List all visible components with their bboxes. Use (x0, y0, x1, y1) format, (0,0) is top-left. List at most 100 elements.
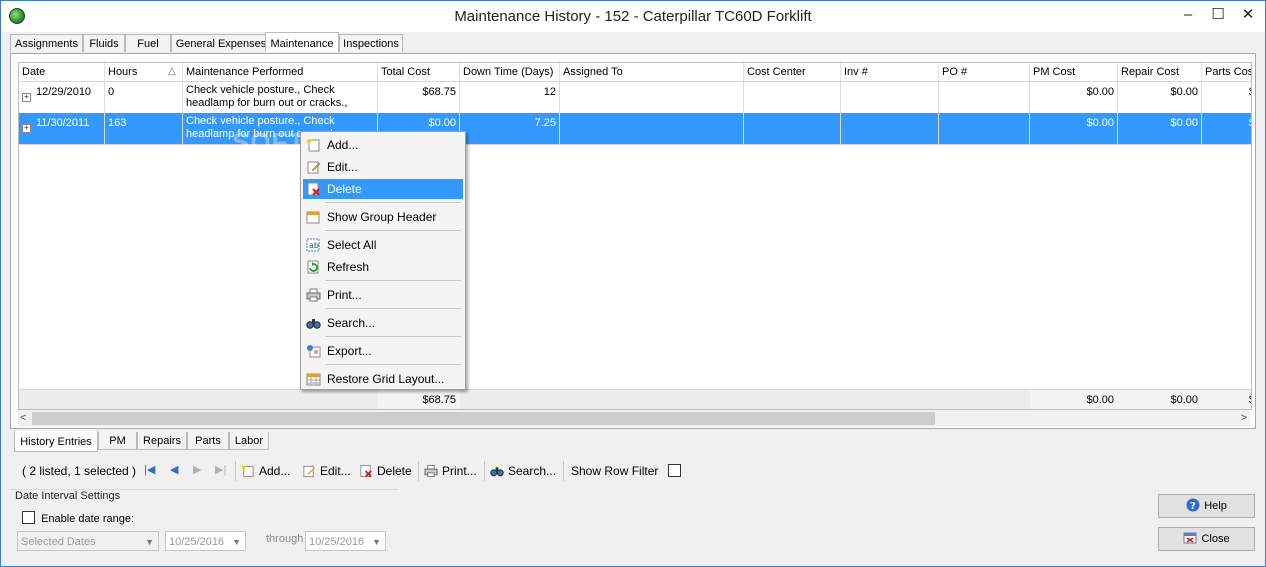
cell-repair-cost: $0.00 (1118, 113, 1202, 144)
delete-button[interactable]: Delete (359, 463, 412, 479)
last-record-icon[interactable]: ▶| (215, 463, 226, 476)
close-window-button[interactable]: ✕ (1235, 5, 1261, 25)
add-button-label: Add... (259, 464, 291, 478)
show-row-filter-label: Show Row Filter (571, 464, 659, 478)
table-row-selected[interactable]: + 11/30/2011 163 Check vehicle posture.,… (19, 113, 1251, 145)
col-cost-center[interactable]: Cost Center (744, 63, 841, 81)
menu-label: Delete (327, 182, 362, 196)
tab-parts[interactable]: Parts (187, 432, 229, 450)
menu-label: Edit... (327, 160, 358, 174)
menu-item-search[interactable]: Search... (303, 313, 463, 333)
tab-general-expenses[interactable]: General Expenses (171, 34, 271, 52)
col-assigned-to[interactable]: Assigned To (560, 63, 744, 81)
minimize-button[interactable]: – (1175, 5, 1201, 25)
scroll-right-icon[interactable]: > (1241, 410, 1247, 427)
search-button-label: Search... (508, 464, 557, 478)
add-icon (307, 139, 320, 152)
chevron-down-icon: ▼ (232, 537, 241, 547)
cell-assigned-to (560, 113, 744, 144)
col-inv[interactable]: Inv # (841, 63, 939, 81)
toolbar: ( 2 listed, 1 selected ) |◀ ◀ ▶ ▶| Add..… (10, 457, 1256, 485)
tab-maintenance[interactable]: Maintenance (265, 32, 339, 52)
menu-item-edit[interactable]: Edit... (303, 157, 463, 177)
maximize-button[interactable]: ☐ (1205, 5, 1231, 25)
help-icon: ? (1186, 498, 1200, 512)
title-bar[interactable]: Maintenance History - 152 - Caterpillar … (1, 1, 1265, 32)
cell-repair-cost: $0.00 (1118, 82, 1202, 113)
menu-item-refresh[interactable]: Refresh (303, 257, 463, 277)
cell-date: 11/30/2011 (33, 113, 105, 144)
expand-row-icon[interactable]: + (22, 124, 31, 133)
menu-item-select-all[interactable]: ab Select All (303, 235, 463, 255)
help-button[interactable]: ? Help (1158, 494, 1255, 518)
date-to-value: 10/25/2016 (309, 536, 365, 548)
menu-separator (325, 230, 461, 231)
scrollbar-thumb[interactable] (32, 412, 935, 425)
maintenance-grid[interactable]: Date Hours △ Maintenance Performed Total … (18, 62, 1252, 410)
col-po[interactable]: PO # (939, 63, 1030, 81)
tab-labor[interactable]: Labor (229, 432, 269, 450)
horizontal-scrollbar[interactable]: < > (18, 410, 1250, 427)
cell-hours: 163 (105, 113, 183, 144)
col-hours-label: Hours (108, 66, 138, 78)
edit-button-label: Edit... (320, 464, 351, 478)
date-mode-select[interactable]: Selected Dates ▼ (17, 531, 159, 551)
menu-label: Refresh (327, 260, 370, 274)
table-row[interactable]: + 12/29/2010 0 Check vehicle posture., C… (19, 82, 1251, 114)
sort-ascending-icon: △ (168, 66, 176, 77)
date-from-picker[interactable]: 10/25/2016 ▼ (165, 531, 246, 551)
menu-label: Search... (327, 316, 376, 330)
tab-inspections[interactable]: Inspections (339, 34, 403, 52)
add-icon (241, 465, 254, 478)
col-maintenance-performed[interactable]: Maintenance Performed (183, 63, 378, 81)
col-date[interactable]: Date (19, 63, 105, 81)
enable-date-range[interactable]: Enable date range: (22, 511, 134, 525)
add-button[interactable]: Add... (241, 463, 290, 479)
date-to-picker[interactable]: 10/25/2016 ▼ (305, 531, 386, 551)
col-parts-cost[interactable]: Parts Cos (1202, 63, 1251, 81)
expand-row-icon[interactable]: + (22, 93, 31, 102)
col-repair-cost[interactable]: Repair Cost (1118, 63, 1202, 81)
edit-button[interactable]: Edit... (302, 463, 351, 479)
toolbar-separator (418, 461, 419, 481)
menu-item-add[interactable]: Add... (303, 135, 463, 155)
menu-item-print[interactable]: Print... (303, 285, 463, 305)
col-total-cost[interactable]: Total Cost (378, 63, 460, 81)
tab-assignments[interactable]: Assignments (10, 34, 83, 52)
tab-repairs[interactable]: Repairs (137, 432, 187, 450)
print-button[interactable]: Print... (424, 463, 477, 479)
next-record-icon[interactable]: ▶ (193, 463, 201, 476)
col-down-time[interactable]: Down Time (Days) (460, 63, 560, 81)
tab-fuel[interactable]: Fuel (125, 34, 171, 52)
cell-pm-cost: $0.00 (1030, 82, 1118, 113)
menu-item-export[interactable]: Export... (303, 341, 463, 361)
enable-date-range-checkbox[interactable] (22, 511, 35, 524)
first-record-icon[interactable]: |◀ (144, 463, 155, 476)
edit-icon (303, 465, 316, 478)
previous-record-icon[interactable]: ◀ (170, 463, 178, 476)
select-all-icon: ab (306, 238, 320, 252)
tab-pm[interactable]: PM (98, 432, 137, 450)
show-row-filter-checkbox[interactable] (667, 464, 681, 477)
grid-layout-icon (306, 373, 321, 386)
menu-item-restore-grid-layout[interactable]: Restore Grid Layout... (303, 369, 463, 389)
search-icon (306, 319, 321, 329)
col-pm-cost[interactable]: PM Cost (1030, 63, 1118, 81)
tab-fluids[interactable]: Fluids (83, 34, 125, 52)
search-icon (490, 467, 504, 477)
cell-pm-cost: $0.00 (1030, 113, 1118, 144)
show-row-filter[interactable]: Show Row Filter (571, 463, 681, 479)
close-button[interactable]: Close (1158, 527, 1255, 551)
menu-item-show-group-header[interactable]: Show Group Header (303, 207, 463, 227)
menu-label: Show Group Header (327, 210, 437, 224)
print-icon (424, 464, 438, 478)
col-hours[interactable]: Hours △ (105, 63, 183, 81)
print-icon (306, 288, 321, 302)
menu-label: Restore Grid Layout... (327, 372, 445, 386)
tab-history-entries[interactable]: History Entries (14, 431, 98, 452)
close-icon (1183, 532, 1197, 544)
scroll-left-icon[interactable]: < (20, 410, 26, 427)
cell-inv (841, 113, 939, 144)
menu-item-delete[interactable]: Delete (303, 179, 463, 199)
search-button[interactable]: Search... (490, 463, 556, 479)
